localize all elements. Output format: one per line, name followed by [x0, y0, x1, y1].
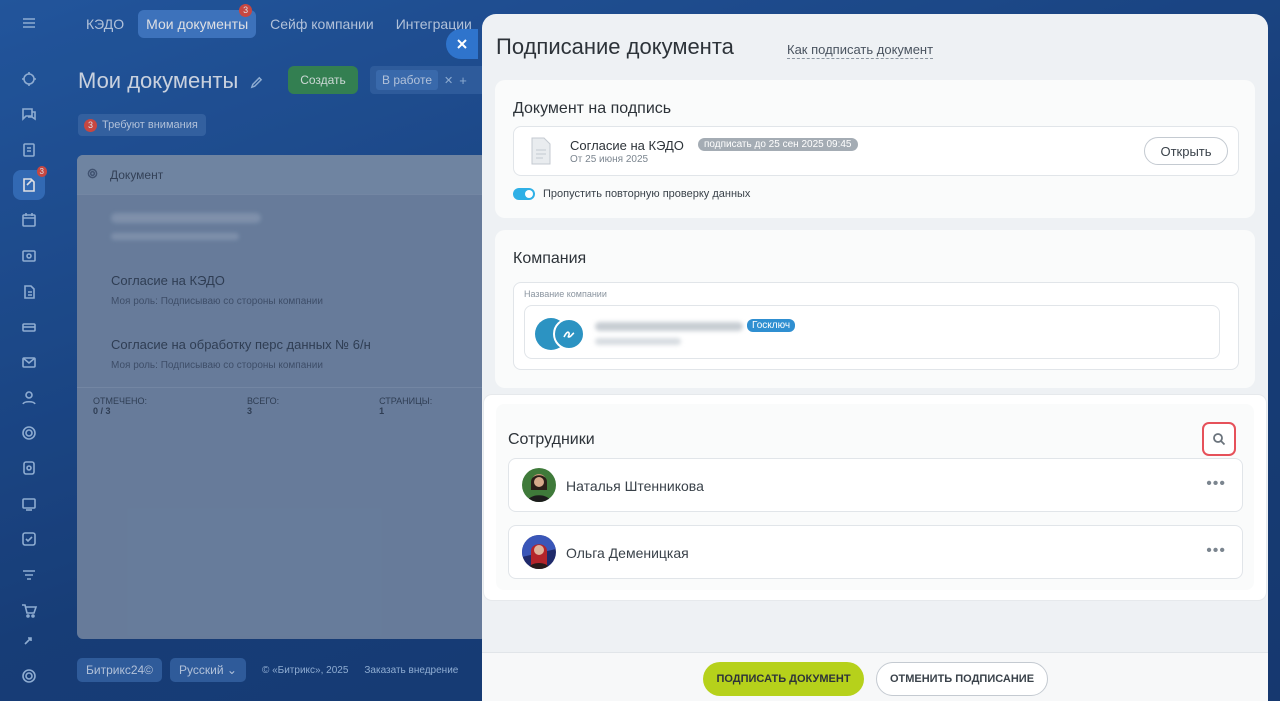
document-name: Согласие на КЭДО [570, 138, 684, 153]
document-date: От 25 июня 2025 [570, 154, 649, 165]
employee-row[interactable]: Ольга Деменицкая ••• [508, 525, 1243, 579]
employee-row[interactable]: Наталья Штенникова ••• [508, 458, 1243, 512]
document-file-icon [530, 137, 552, 170]
company-card-title: Компания [513, 250, 587, 267]
goskey-badge: Госключ [747, 319, 796, 332]
action-bar: ПОДПИСАТЬ ДОКУМЕНТ ОТМЕНИТЬ ПОДПИСАНИЕ [482, 652, 1268, 701]
search-icon [1213, 433, 1226, 446]
employees-highlight: Сотрудники Наталья Штенникова ••• Ольга … [484, 395, 1266, 600]
slider-title: Подписание документа [496, 34, 734, 59]
company-sub-blurred [595, 338, 681, 345]
skip-check-label: Пропустить повторную проверку данных [543, 188, 751, 200]
skip-check-toggle[interactable] [513, 188, 535, 200]
company-field[interactable]: Название компании Госключ [513, 282, 1239, 370]
search-employees-button[interactable] [1202, 422, 1236, 456]
company-name-blurred [595, 322, 743, 331]
help-link[interactable]: Как подписать документ [787, 42, 934, 59]
avatar [522, 468, 556, 502]
document-card: Документ на подпись Согласие на КЭДО под… [495, 80, 1255, 218]
avatar [522, 535, 556, 569]
more-options-icon[interactable]: ••• [1206, 475, 1226, 493]
document-card-title: Документ на подпись [513, 100, 672, 117]
employees-title: Сотрудники [508, 431, 595, 448]
company-field-label: Название компании [524, 289, 607, 299]
employee-name: Ольга Деменицкая [566, 545, 689, 561]
deadline-badge: подписать до 25 сен 2025 09:45 [698, 138, 858, 151]
cancel-signing-button[interactable]: ОТМЕНИТЬ ПОДПИСАНИЕ [876, 662, 1048, 696]
company-selector[interactable]: Госключ [524, 305, 1220, 359]
employees-card: Сотрудники Наталья Штенникова ••• Ольга … [496, 404, 1254, 590]
skip-check-toggle-row: Пропустить повторную проверку данных [513, 188, 750, 200]
signature-icon [553, 318, 585, 350]
document-item: Согласие на КЭДО подписать до 25 сен 202… [513, 126, 1239, 176]
employee-name: Наталья Штенникова [566, 478, 704, 494]
company-card: Компания Название компании Госключ [495, 230, 1255, 388]
open-button[interactable]: Открыть [1144, 137, 1228, 165]
more-options-icon[interactable]: ••• [1206, 542, 1226, 560]
close-slider-button[interactable] [446, 29, 478, 59]
close-icon [457, 39, 467, 49]
sign-document-button[interactable]: ПОДПИСАТЬ ДОКУМЕНТ [703, 662, 864, 696]
